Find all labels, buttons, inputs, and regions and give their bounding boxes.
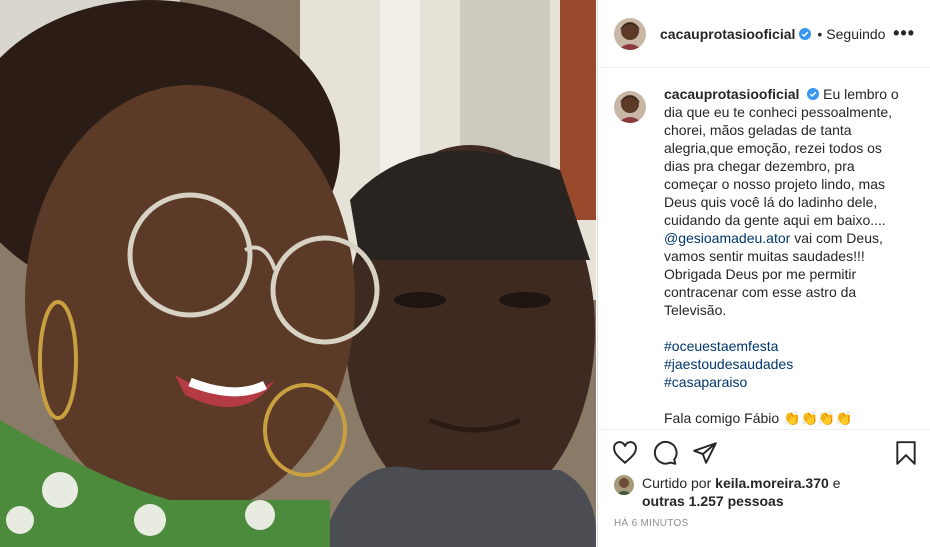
- comment-icon[interactable]: [652, 440, 678, 466]
- caption-area: cacauprotasiooficial Eu lembro o dia que…: [598, 69, 930, 429]
- post-sidebar: cacauprotasiooficial • Seguindo ••• caca…: [597, 0, 930, 547]
- hashtag-link[interactable]: #oceuestaemfesta: [664, 337, 904, 355]
- likes-text: Curtido por keila.moreira.370 e outras 1…: [642, 474, 840, 510]
- save-bookmark-icon[interactable]: [893, 440, 919, 466]
- caption-text: cacauprotasiooficial Eu lembro o dia que…: [664, 85, 904, 427]
- share-send-icon[interactable]: [692, 440, 718, 466]
- more-options-icon[interactable]: •••: [893, 23, 915, 44]
- caption-body-1: Eu lembro o dia que eu te conheci pessoa…: [664, 86, 899, 228]
- hashtag-link[interactable]: #jaestoudesaudades: [664, 355, 904, 373]
- likes-summary: Curtido por keila.moreira.370 e outras 1…: [614, 474, 915, 510]
- likes-conj: e: [832, 475, 841, 491]
- separator-dot: •: [817, 25, 823, 42]
- caption-avatar[interactable]: [614, 91, 646, 123]
- verified-badge-icon: [799, 27, 812, 40]
- post-photo-illustration: [0, 0, 596, 547]
- post-timestamp[interactable]: HÁ 6 MINUTOS: [614, 518, 689, 529]
- like-heart-icon[interactable]: [612, 440, 638, 466]
- verified-badge-icon: [807, 88, 820, 100]
- author-username[interactable]: cacauprotasiooficial: [660, 26, 795, 42]
- action-bar: [598, 429, 930, 480]
- mention-link[interactable]: @gesioamadeu.ator: [664, 230, 790, 246]
- hashtag-link[interactable]: #casaparaiso: [664, 373, 904, 391]
- liker-avatar[interactable]: [614, 475, 634, 495]
- likes-count-link[interactable]: outras 1.257 pessoas: [642, 493, 784, 509]
- liker-username[interactable]: keila.moreira.370: [715, 475, 829, 491]
- author-avatar[interactable]: [614, 17, 646, 50]
- post-header: cacauprotasiooficial • Seguindo •••: [598, 0, 930, 68]
- post-photo[interactable]: [0, 0, 596, 547]
- likes-prefix: Curtido por: [642, 475, 712, 491]
- caption-cut-line: Fala comigo Fábio 👏👏👏👏: [664, 410, 853, 426]
- caption-comment: cacauprotasiooficial Eu lembro o dia que…: [614, 85, 915, 427]
- hashtag-list: #oceuestaemfesta #jaestoudesaudades #cas…: [664, 337, 904, 391]
- caption-username[interactable]: cacauprotasiooficial: [664, 86, 799, 102]
- following-button[interactable]: Seguindo: [826, 26, 885, 42]
